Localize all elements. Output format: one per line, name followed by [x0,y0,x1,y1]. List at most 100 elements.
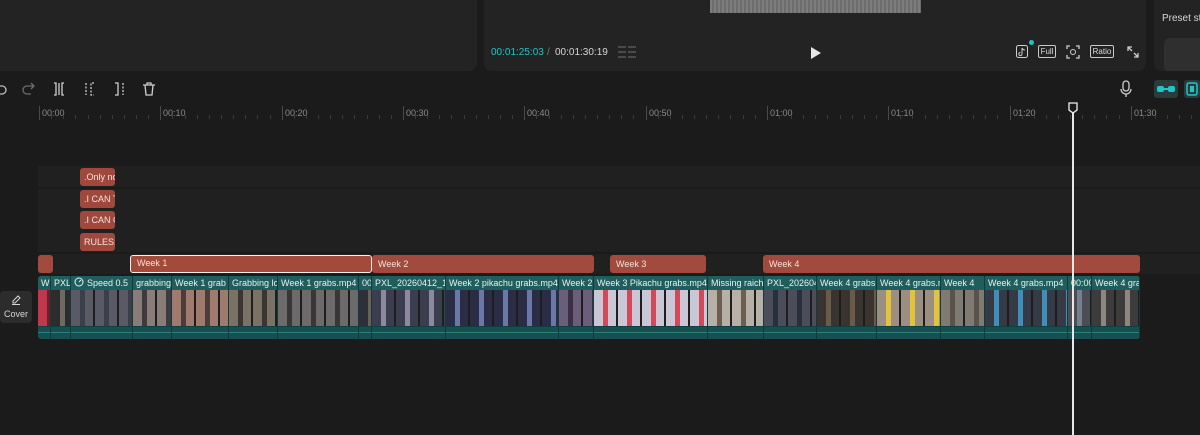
ratio-label: Ratio [1089,45,1115,58]
tiktok-icon[interactable] [1015,44,1029,59]
fullscreen-icon[interactable] [1126,44,1140,59]
ruler-minor-tick [1179,115,1181,119]
playhead-handle[interactable] [1068,102,1078,114]
audio-waveform [172,326,228,339]
video-clip[interactable]: 00 [359,276,372,339]
ruler-minor-tick [778,115,780,119]
redo-icon[interactable] [21,81,37,97]
ruler-label: 00:10 [163,108,186,118]
ruler-minor-tick [293,115,295,119]
link-toggle[interactable] [1154,80,1178,98]
ruler-tick [403,106,404,120]
video-clip-name: Week 2 [559,276,593,290]
text-track [38,231,1200,252]
text-track [38,166,1200,187]
text-clip[interactable]: .Only no [80,168,115,186]
ruler-minor-tick [912,115,914,119]
video-clip-name: PXL_202604 [764,276,816,290]
ruler-minor-tick [123,115,125,119]
video-clip[interactable]: Week 4 grabs [817,276,877,339]
ruler-tick [767,106,768,120]
split-right-icon[interactable] [111,81,127,97]
preset-label: Preset st [1162,13,1200,24]
audio-waveform [985,326,1067,339]
video-clip-name: 00 [359,276,371,290]
notification-dot [1029,40,1034,45]
ruler-minor-tick [609,115,611,119]
ruler-minor-tick [439,115,441,119]
preset-button[interactable] [1164,38,1200,71]
magnet-toggle[interactable] [1184,80,1200,98]
properties-panel: Preset st [1154,0,1200,71]
ruler-minor-tick [851,115,853,119]
week-clip[interactable]: Week 3 [610,255,706,273]
video-clip-name: PXL_20260412_18 [372,276,445,290]
week-clip[interactable] [38,255,53,273]
text-clip[interactable]: .I CAN T [80,190,115,208]
video-clip[interactable]: PXL_20260412_18 [372,276,446,339]
video-clip[interactable]: Speed 0.5 [71,276,133,339]
cover-button[interactable]: Cover [0,291,32,323]
undo-icon[interactable] [0,81,8,97]
text-clip[interactable]: RULES: [80,233,115,251]
video-thumbnails [985,290,1067,326]
focus-icon[interactable] [1065,44,1081,59]
ruler-minor-tick [633,115,635,119]
split-icon[interactable] [51,81,67,97]
ruler-minor-tick [936,115,938,119]
text-clip[interactable]: .I CAN G [80,211,115,229]
video-clip[interactable]: PXL_202604 [764,276,817,339]
video-clip[interactable]: Week 2 pikachu grabs.mp4 [446,276,559,339]
ruler-label: 00:00 [42,108,65,118]
ruler-minor-tick [718,115,720,119]
video-clip[interactable]: Week 4 [941,276,985,339]
ruler-tick [1010,106,1011,120]
play-icon[interactable] [810,46,822,60]
ruler-minor-tick [960,115,962,119]
ruler-minor-tick [87,115,89,119]
week-clip[interactable]: Week 4 [763,255,1140,273]
video-clip[interactable]: PXL [51,276,71,339]
ruler-label: 01:20 [1013,108,1036,118]
video-clip[interactable]: grabbing [133,276,172,339]
video-clip[interactable]: Week 3 Pikachu grabs.mp4 [594,276,708,339]
ruler-tick [646,106,647,120]
video-clip-name: grabbing [133,276,171,290]
ratio-button[interactable]: Ratio [1089,44,1115,59]
audio-waveform [133,326,171,339]
time-ruler[interactable]: 00:00 00:10 00:20 00:30 00:40 00:50 01:0… [0,102,1200,120]
video-clip[interactable]: Week 4 grabs.mp4 [877,276,941,339]
video-clip[interactable]: Grabbing lo [229,276,278,339]
ruler-minor-tick [827,115,829,119]
text-track [38,210,1200,231]
video-clip[interactable]: Week 1 grab [172,276,229,339]
week-clip-selected[interactable]: Week 1 [130,255,372,273]
video-clip[interactable]: Week 4 gra [1092,276,1140,339]
ruler-minor-tick [1082,115,1084,119]
ruler-minor-tick [1033,115,1035,119]
video-clip[interactable]: W [38,276,51,339]
grid-icon[interactable] [618,46,636,58]
speed-label: Speed 0.5 [87,278,129,288]
audio-waveform [38,326,50,339]
ruler-minor-tick [451,115,453,119]
ruler-minor-tick [681,115,683,119]
microphone-icon[interactable] [1119,80,1133,98]
cover-label: Cover [3,309,28,319]
audio-waveform [764,326,816,339]
full-label: Full [1037,45,1057,58]
video-thumbnails [559,290,593,326]
ruler-minor-tick [63,115,65,119]
video-clip[interactable]: Week 1 grabs.mp4 [278,276,359,339]
full-button[interactable]: Full [1037,44,1057,59]
video-clip[interactable]: Week 4 grabs.mp4 [985,276,1068,339]
ruler-minor-tick [536,115,538,119]
video-clip[interactable]: Missing raich [708,276,764,339]
ruler-minor-tick [245,115,247,119]
delete-icon[interactable] [141,81,157,97]
ruler-minor-tick [815,115,817,119]
split-left-icon[interactable] [82,81,98,97]
week-clip[interactable]: Week 2 [372,255,594,273]
video-thumbnails [817,290,876,326]
video-clip[interactable]: Week 2 [559,276,594,339]
